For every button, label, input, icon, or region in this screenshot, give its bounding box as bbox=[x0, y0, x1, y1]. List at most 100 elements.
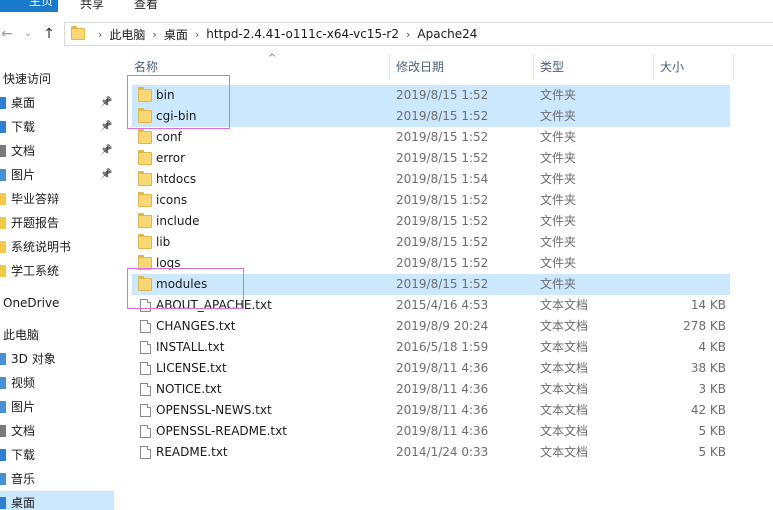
sidebar-item-8[interactable]: 学工系统 bbox=[0, 259, 114, 283]
file-row[interactable]: lib 2019/8/15 1:52 文件夹 bbox=[132, 232, 730, 253]
file-date: 2019/8/15 1:52 bbox=[396, 109, 489, 123]
file-row[interactable]: ABOUT_APACHE.txt 2015/4/16 4:53 文本文档 14 KB bbox=[132, 295, 730, 316]
file-size: 5 KB bbox=[698, 445, 726, 459]
file-type: 文本文档 bbox=[540, 424, 589, 438]
file-row[interactable]: OPENSSL-README.txt 2019/8/11 4:36 文本文档 5 KB bbox=[132, 421, 730, 442]
sidebar-item-5[interactable]: 毕业答辩 bbox=[0, 187, 114, 211]
sidebar-item-14[interactable]: 文档 bbox=[0, 419, 114, 443]
folder-icon bbox=[138, 171, 152, 186]
sidebar-item-label: 文档 bbox=[11, 424, 36, 438]
up-button[interactable]: ↑ bbox=[42, 24, 56, 44]
breadcrumb-desktop[interactable]: 桌面 bbox=[164, 26, 188, 43]
address-bar[interactable]: › 此电脑 › 桌面 › httpd-2.4.41-o111c-x64-vc15… bbox=[64, 22, 773, 46]
file-row[interactable]: include 2019/8/15 1:52 文件夹 bbox=[132, 211, 730, 232]
sidebar-item-6[interactable]: 开题报告 bbox=[0, 211, 114, 235]
file-size: 4 KB bbox=[698, 340, 726, 354]
sidebar-item-7[interactable]: 系统说明书 bbox=[0, 235, 114, 259]
file-row[interactable]: htdocs 2019/8/15 1:54 文件夹 bbox=[132, 169, 730, 190]
file-name: error bbox=[156, 151, 186, 165]
folder-icon bbox=[138, 87, 152, 102]
file-row[interactable]: icons 2019/8/15 1:52 文件夹 bbox=[132, 190, 730, 211]
sidebar-item-13[interactable]: 图片 bbox=[0, 395, 114, 419]
file-row[interactable]: modules 2019/8/15 1:52 文件夹 bbox=[132, 274, 730, 295]
file-name: bin bbox=[156, 88, 175, 102]
tab-home[interactable]: 主页 bbox=[0, 0, 58, 12]
file-type: 文件夹 bbox=[540, 214, 577, 228]
file-type: 文件夹 bbox=[540, 130, 577, 144]
column-header-type[interactable]: 类型 bbox=[534, 54, 654, 80]
file-name: NOTICE.txt bbox=[156, 382, 222, 396]
file-type: 文件夹 bbox=[540, 235, 577, 249]
file-type: 文件夹 bbox=[540, 256, 577, 270]
sidebar-item-1[interactable]: 桌面 📌 bbox=[0, 91, 114, 115]
desktop-icon bbox=[0, 97, 6, 109]
file-row[interactable]: logs 2019/8/15 1:52 文件夹 bbox=[132, 253, 730, 274]
file-row[interactable]: CHANGES.txt 2019/8/9 20:24 文本文档 278 KB bbox=[132, 316, 730, 337]
file-row[interactable]: NOTICE.txt 2019/8/11 4:36 文本文档 3 KB bbox=[132, 379, 730, 400]
text-file-icon bbox=[140, 404, 151, 417]
file-type: 文本文档 bbox=[540, 361, 589, 375]
sidebar-item-15[interactable]: 下载 bbox=[0, 443, 114, 467]
pin-icon[interactable]: 📌 bbox=[100, 163, 112, 187]
pin-icon[interactable]: 📌 bbox=[100, 139, 112, 163]
file-row[interactable]: cgi-bin 2019/8/15 1:52 文件夹 bbox=[132, 106, 730, 127]
folder-icon bbox=[138, 213, 152, 228]
tab-share[interactable]: 共享 bbox=[80, 0, 104, 12]
file-name: ABOUT_APACHE.txt bbox=[156, 298, 272, 312]
pin-icon[interactable]: 📌 bbox=[100, 115, 112, 139]
sidebar-item-label: 音乐 bbox=[11, 472, 36, 486]
sidebar-item-17[interactable]: 桌面 bbox=[0, 491, 114, 510]
ribbon: 主页 共享 查看 bbox=[0, 0, 773, 14]
file-type: 文本文档 bbox=[540, 298, 589, 312]
sidebar-item-label: OneDrive bbox=[3, 296, 60, 310]
document-icon bbox=[0, 145, 6, 157]
sidebar-item-label: 文档 bbox=[11, 144, 36, 158]
breadcrumb-this-pc[interactable]: 此电脑 bbox=[109, 26, 145, 43]
pin-icon[interactable]: 📌 bbox=[100, 91, 112, 115]
navigation-pane: 快速访问 桌面 📌 下载 📌 文档 📌 图片 📌 毕业答辩 开题报告 系统说明书 学工系统 OneDriv… bbox=[0, 54, 114, 510]
file-row[interactable]: OPENSSL-NEWS.txt 2019/8/11 4:36 文本文档 42 KB bbox=[132, 400, 730, 421]
column-header-size-label: 大小 bbox=[660, 60, 685, 74]
sidebar-item-label: 下载 bbox=[11, 448, 36, 462]
file-row[interactable]: error 2019/8/15 1:52 文件夹 bbox=[132, 148, 730, 169]
sidebar-item-12[interactable]: 视频 bbox=[0, 371, 114, 395]
up-arrow-icon: ↑ bbox=[43, 26, 55, 42]
column-header-name[interactable]: 名称 ^ bbox=[128, 53, 390, 80]
sidebar-item-label: 毕业答辩 bbox=[11, 192, 60, 206]
file-date: 2019/8/11 4:36 bbox=[396, 403, 489, 417]
back-button[interactable]: ← bbox=[0, 24, 14, 44]
file-row[interactable]: INSTALL.txt 2016/5/18 1:59 文本文档 4 KB bbox=[132, 337, 730, 358]
file-type: 文本文档 bbox=[540, 340, 589, 354]
file-row[interactable]: README.txt 2014/1/24 0:33 文本文档 5 KB bbox=[132, 442, 730, 463]
sidebar-item-10[interactable]: 此电脑 bbox=[0, 323, 114, 347]
file-type: 文本文档 bbox=[540, 319, 589, 333]
file-row[interactable]: bin 2019/8/15 1:52 文件夹 bbox=[132, 85, 730, 106]
folder-icon bbox=[138, 150, 152, 165]
sidebar-item-9[interactable]: OneDrive bbox=[0, 291, 114, 315]
sidebar-item-2[interactable]: 下载 📌 bbox=[0, 115, 114, 139]
file-size: 38 KB bbox=[690, 361, 726, 375]
sidebar-item-3[interactable]: 文档 📌 bbox=[0, 139, 114, 163]
breadcrumb-httpd[interactable]: httpd-2.4.41-o111c-x64-vc15-r2 bbox=[206, 27, 399, 41]
file-name: modules bbox=[156, 277, 208, 291]
sidebar-item-11[interactable]: 3D 对象 bbox=[0, 347, 114, 371]
navigation-bar: ← ⌄ ↑ › 此电脑 › 桌面 › httpd-2.4.41-o111c-x6… bbox=[0, 14, 773, 54]
sidebar-item-0[interactable]: 快速访问 bbox=[0, 67, 114, 91]
file-type: 文件夹 bbox=[540, 193, 577, 207]
file-row[interactable]: LICENSE.txt 2019/8/11 4:36 文本文档 38 KB bbox=[132, 358, 730, 379]
chevron-down-icon: ⌄ bbox=[23, 28, 33, 39]
tab-view[interactable]: 查看 bbox=[134, 0, 158, 12]
text-file-icon bbox=[140, 299, 151, 312]
sidebar-item-4[interactable]: 图片 📌 bbox=[0, 163, 114, 187]
sidebar-item-16[interactable]: 音乐 bbox=[0, 467, 114, 491]
file-type: 文本文档 bbox=[540, 403, 589, 417]
folder-icon bbox=[138, 276, 152, 291]
column-header-date[interactable]: 修改日期 bbox=[390, 54, 534, 80]
file-row[interactable]: conf 2019/8/15 1:52 文件夹 bbox=[132, 127, 730, 148]
column-header-size[interactable]: 大小 bbox=[654, 54, 734, 80]
recent-locations-button[interactable]: ⌄ bbox=[21, 24, 35, 44]
download-icon bbox=[0, 449, 6, 461]
breadcrumb-apache24[interactable]: Apache24 bbox=[417, 27, 477, 41]
file-name: logs bbox=[156, 256, 181, 270]
chevron-right-icon: › bbox=[152, 27, 157, 41]
